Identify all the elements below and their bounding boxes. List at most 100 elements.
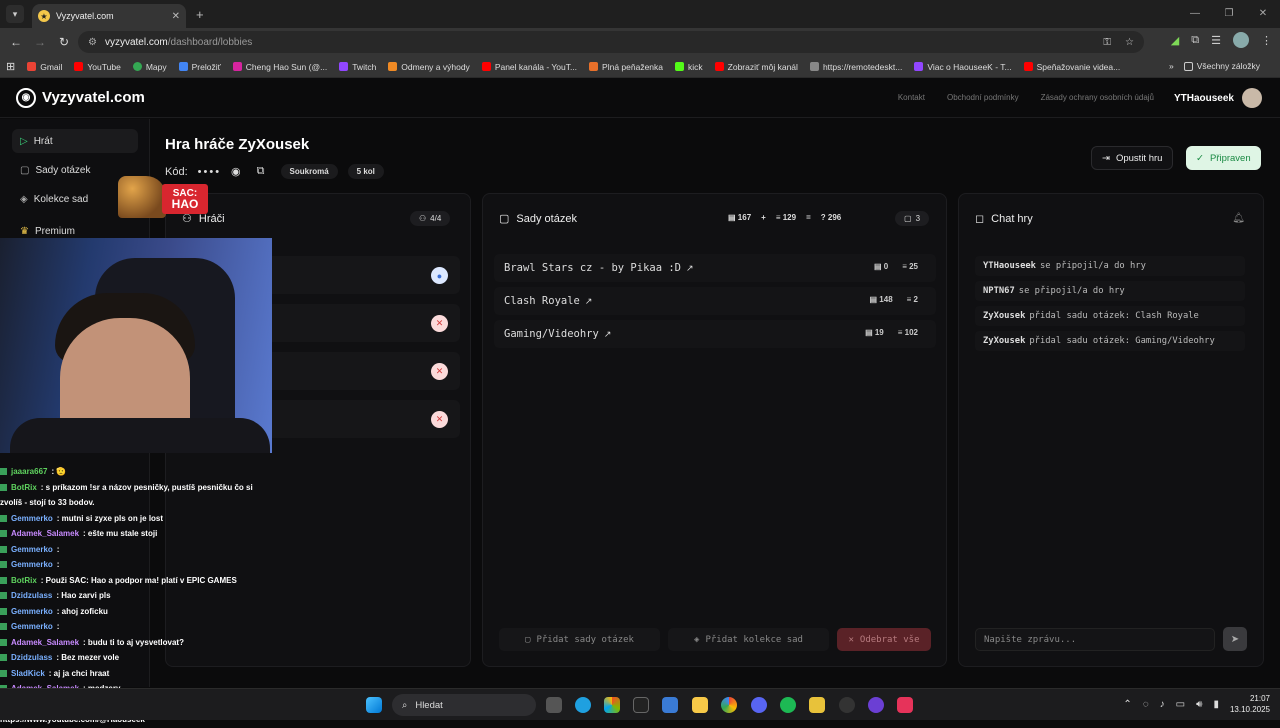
show-code-eye-icon[interactable]: ◉: [231, 165, 241, 178]
external-link-icon[interactable]: ↗: [686, 263, 694, 274]
set-stat-b: ≡ 25: [902, 262, 918, 271]
display-icon[interactable]: ▭: [1176, 699, 1185, 710]
minimize-icon[interactable]: —: [1178, 0, 1212, 28]
maximize-icon[interactable]: ❐: [1212, 0, 1246, 28]
all-bookmarks[interactable]: Všechny záložky: [1183, 61, 1260, 71]
forward-icon[interactable]: →: [28, 35, 52, 49]
add-question-sets-button[interactable]: ▢ Přidat sady otázek: [499, 628, 660, 651]
clock-date: 13.10.2025: [1229, 705, 1270, 714]
browser-tab[interactable]: ★ Vyzyvatel.com ✕: [32, 4, 186, 28]
steam-icon[interactable]: [839, 697, 855, 713]
link-contact[interactable]: Kontakt: [898, 93, 925, 102]
bookmark-wallet[interactable]: Plná peňaženka: [589, 62, 663, 72]
bookmark-kick[interactable]: kick: [675, 62, 703, 72]
set-name: Gaming/Videohry: [504, 328, 599, 340]
extensions-puzzle-icon[interactable]: ⧉: [1191, 34, 1199, 47]
app-icon[interactable]: [809, 697, 825, 713]
file-explorer-icon[interactable]: [692, 697, 708, 713]
close-tab-icon[interactable]: ✕: [172, 11, 180, 22]
bookmark-my-channel[interactable]: Zobraziť môj kanál: [714, 62, 798, 72]
bookmark-monetization[interactable]: Speňažovanie videa...: [1023, 62, 1120, 72]
kick-player-icon[interactable]: ✕: [431, 411, 448, 428]
all-bookmarks-label: Všechny záložky: [1196, 61, 1260, 71]
taskbar-search[interactable]: ⌕ Hledat: [392, 694, 536, 716]
sidebar-item-premium[interactable]: ♛ Premium: [12, 223, 138, 239]
link-terms[interactable]: Obchodní podmínky: [947, 93, 1019, 102]
bookmark-star-icon[interactable]: ☆: [1125, 37, 1134, 48]
apps-grid-icon[interactable]: ⊞: [6, 60, 15, 73]
site-logo[interactable]: ◉ Vyzyvatel.com: [16, 87, 145, 108]
close-window-icon[interactable]: ✕: [1246, 0, 1280, 28]
external-link-icon[interactable]: ↗: [604, 329, 612, 340]
tray-chevron-icon[interactable]: ⌃: [1123, 699, 1131, 710]
new-tab-icon[interactable]: +: [196, 7, 204, 22]
battery-icon[interactable]: ▮: [1213, 699, 1219, 710]
reload-icon[interactable]: ↻: [52, 35, 76, 49]
stream-chat-text: : Hao zarvi pls: [56, 591, 111, 600]
bookmark-instagram[interactable]: Cheng Hao Sun (@...: [232, 62, 327, 72]
bell-icon[interactable]: 🔔︎: [1232, 213, 1245, 224]
tiktok-icon[interactable]: [897, 697, 913, 713]
more-bookmarks-icon[interactable]: »: [1169, 61, 1174, 71]
bookmark-twitch-about[interactable]: Viac o HaouseeK - T...: [914, 62, 1012, 72]
bookmark-label: Plná peňaženka: [602, 61, 664, 72]
profile-avatar-icon[interactable]: [1233, 32, 1249, 48]
bookmark-translate[interactable]: Preložiť: [178, 62, 221, 72]
plus-sign: +: [761, 213, 766, 222]
question-set-row[interactable]: Brawl Stars cz - by Pikaa :D ↗ ▤ 0 ≡ 25: [494, 254, 936, 282]
bookmark-youtube[interactable]: YouTube: [74, 62, 121, 72]
streamer-shirt: [10, 418, 270, 453]
question-set-row[interactable]: Clash Royale ↗ ▤ 148 ≡ 2: [494, 287, 936, 315]
link-privacy[interactable]: Zásady ochrany osobních údajů: [1041, 93, 1154, 102]
copy-code-icon[interactable]: ⧉: [257, 165, 265, 178]
chat-user: ZyXousek: [983, 336, 1026, 346]
extension-icon[interactable]: ◢: [1171, 34, 1179, 47]
bookmark-youtube-studio[interactable]: Panel kanála - YouT...: [481, 62, 577, 72]
microphone-icon[interactable]: ♪: [1160, 699, 1165, 710]
user-menu[interactable]: YTHaouseek: [1174, 88, 1262, 108]
bookmark-maps[interactable]: Mapy: [132, 62, 167, 72]
book-icon: ▢: [904, 214, 912, 223]
sidebar-item-play[interactable]: ▷ Hrát: [12, 129, 138, 153]
tab-search-button[interactable]: ▾: [6, 5, 24, 23]
reading-list-icon[interactable]: ☰: [1211, 34, 1221, 47]
address-bar[interactable]: ⚙ vyzyvatel.com/dashboard/lobbies ⚿ ☆: [78, 31, 1144, 53]
add-collections-button[interactable]: ◈ Přidat kolekce sad: [668, 628, 829, 651]
kick-player-icon[interactable]: ✕: [431, 363, 448, 380]
bookmark-remote-desktop[interactable]: https://remotedeskt...: [809, 62, 902, 72]
ctrl-app-icon[interactable]: [633, 697, 649, 713]
ready-button[interactable]: ✓ Připraven: [1186, 146, 1261, 170]
kick-player-icon[interactable]: ✕: [431, 315, 448, 332]
chrome-icon[interactable]: [721, 697, 737, 713]
remove-all-button[interactable]: ✕ Odebrat vše: [837, 628, 931, 651]
users-icon: ⚇: [419, 214, 427, 223]
copilot-icon[interactable]: [604, 697, 620, 713]
password-key-icon[interactable]: ⚿: [1103, 37, 1111, 48]
chat-input[interactable]: Napište zprávu...: [975, 628, 1215, 651]
discord-icon[interactable]: [751, 697, 767, 713]
start-icon[interactable]: [366, 697, 382, 713]
task-view-icon[interactable]: [546, 697, 562, 713]
stream-chat-user: Gemmerko: [11, 622, 53, 631]
tray-app-icon[interactable]: ◌: [1143, 699, 1149, 710]
volume-icon[interactable]: 🔊︎: [1196, 699, 1202, 710]
bookmark-rewards[interactable]: Odmeny a výhody: [388, 62, 470, 72]
store-icon[interactable]: [662, 697, 678, 713]
bookmark-twitch[interactable]: Twitch: [339, 62, 376, 72]
send-icon[interactable]: ➤: [1223, 627, 1247, 651]
set-a-value: 19: [874, 328, 884, 337]
edge-icon[interactable]: [575, 697, 591, 713]
spotify-icon[interactable]: [780, 697, 796, 713]
clock[interactable]: 21:07 13.10.2025: [1230, 693, 1270, 715]
leave-game-button[interactable]: ⇥ Opustit hru: [1091, 146, 1174, 170]
browser-menu-icon[interactable]: ⋮: [1261, 34, 1272, 47]
external-link-icon[interactable]: ↗: [585, 296, 593, 307]
bookmark-gmail[interactable]: Gmail: [27, 62, 62, 72]
back-icon[interactable]: ←: [4, 35, 28, 49]
obs-icon[interactable]: [868, 697, 884, 713]
set-b-value: 2: [913, 295, 918, 304]
chat-badge-icon: [0, 545, 7, 553]
site-info-icon[interactable]: ⚙: [88, 37, 97, 48]
set-b-value: 102: [904, 328, 918, 337]
question-set-row[interactable]: Gaming/Videohry ↗ ▤ 19 ≡ 102: [494, 320, 936, 348]
